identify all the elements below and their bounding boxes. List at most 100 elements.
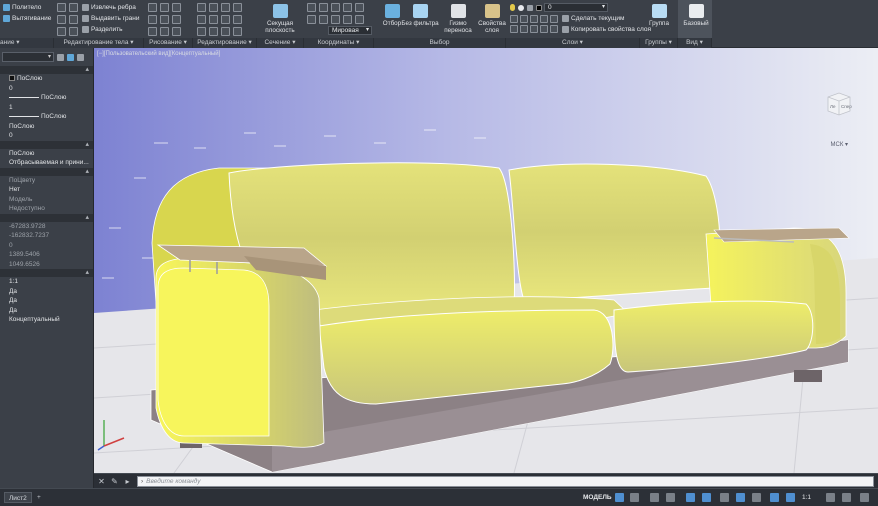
subtract-icon[interactable] <box>57 15 66 24</box>
base-view-button[interactable]: Базовый <box>678 2 714 37</box>
ucs-view-icon[interactable] <box>331 15 340 24</box>
prop-height[interactable]: 1389.5406 <box>0 250 93 260</box>
group-button[interactable]: Группа <box>641 2 677 37</box>
extract-edges-button[interactable]: Извлечь ребра <box>82 3 136 12</box>
prop-plot-style[interactable]: ПоЦвету <box>0 176 93 186</box>
panel-title-section[interactable]: Сечение ▾ <box>257 38 304 48</box>
trim-icon[interactable] <box>221 3 230 12</box>
slice-icon[interactable] <box>69 3 78 12</box>
stretch-icon[interactable] <box>197 27 206 36</box>
panel-title-solid-editing[interactable]: Редактирование тела ▾ <box>54 38 144 48</box>
section-plane-button[interactable]: Секущая плоскость <box>262 2 298 37</box>
ucs-icon[interactable] <box>307 3 316 12</box>
polar-icon[interactable] <box>666 493 675 502</box>
prop-ucs-per-viewport[interactable]: Да <box>0 306 93 316</box>
mirror-icon[interactable] <box>197 15 206 24</box>
erase-icon[interactable] <box>221 27 230 36</box>
explode-icon[interactable] <box>233 27 242 36</box>
model-space-button[interactable]: МОДЕЛЬ <box>583 492 612 503</box>
auto-scale-icon[interactable] <box>786 493 795 502</box>
fillet-icon[interactable] <box>209 15 218 24</box>
color-swatch-icon[interactable] <box>536 4 542 11</box>
prop-plot-type[interactable]: Недоступно <box>0 204 93 214</box>
ucs-dropdown[interactable]: Мировая <box>328 26 372 35</box>
prop-ucs-icon-on[interactable]: Да <box>0 287 93 297</box>
offset-icon[interactable] <box>209 27 218 36</box>
snap-icon[interactable] <box>630 493 639 502</box>
ucs-world-icon[interactable] <box>319 3 328 12</box>
prop-shadow[interactable]: Отбрасываемая и прини... <box>0 158 93 168</box>
layer-off-icon[interactable] <box>510 15 518 23</box>
viewcube[interactable]: Ле Спер <box>822 85 856 119</box>
selection-cycling-icon[interactable] <box>752 493 761 502</box>
polyline-icon[interactable] <box>160 3 169 12</box>
layer-isolate-icon[interactable] <box>520 15 528 23</box>
layer-freeze-icon[interactable] <box>530 15 538 23</box>
otrack-icon[interactable] <box>702 493 711 502</box>
interfere-icon[interactable] <box>69 15 78 24</box>
gizmo-button[interactable]: Гизмо переноса <box>440 2 476 37</box>
extrude-faces-button[interactable]: Выдавить грани <box>82 14 140 23</box>
polysolid-button[interactable]: Политело <box>3 3 41 12</box>
ellipse-icon[interactable] <box>148 27 157 36</box>
ucs-y-icon[interactable] <box>343 3 352 12</box>
hatch-icon[interactable] <box>160 27 169 36</box>
layer-thaw-icon[interactable] <box>530 25 538 33</box>
union-icon[interactable] <box>57 3 66 12</box>
lineweight-icon[interactable] <box>720 493 729 502</box>
prop-linetype[interactable]: ПоСлою <box>0 93 93 103</box>
panel-title-coordinates[interactable]: Координаты ▾ <box>304 38 374 48</box>
prop-thickness[interactable]: 0 <box>0 131 93 141</box>
prop-annotation-scale[interactable]: 1:1 <box>0 277 93 287</box>
grid-icon[interactable] <box>615 493 624 502</box>
panel-title-layers[interactable]: Слои ▾ <box>506 38 640 48</box>
object-type-select[interactable] <box>2 52 54 62</box>
viewport-controls-label[interactable]: [−][Пользовательский вид][Концептуальный… <box>97 51 220 57</box>
ortho-icon[interactable] <box>650 493 659 502</box>
prop-color[interactable]: ПоСлою <box>0 74 93 84</box>
wrench-icon[interactable]: ✎ <box>109 476 120 487</box>
prop-ucs-at-origin[interactable]: Да <box>0 296 93 306</box>
prop-plot-attached[interactable]: Модель <box>0 195 93 205</box>
layer-properties-button[interactable]: Свойства слоя <box>474 2 510 37</box>
match-layer-button[interactable]: Копировать свойства слоя <box>562 25 651 34</box>
layer-unisolate-icon[interactable] <box>520 25 528 33</box>
section-general[interactable] <box>0 65 93 74</box>
ucs-x-icon[interactable] <box>331 3 340 12</box>
section-misc[interactable] <box>0 268 93 277</box>
ucs-face-icon[interactable] <box>355 15 364 24</box>
add-layout-button[interactable]: + <box>33 492 45 503</box>
section-visuals[interactable] <box>0 140 93 149</box>
line-icon[interactable] <box>148 3 157 12</box>
make-current-button[interactable]: Сделать текущим <box>562 14 624 23</box>
panel-title-modify[interactable]: Редактирование ▾ <box>193 38 257 48</box>
bulb-icon[interactable] <box>510 4 515 11</box>
arc-icon[interactable] <box>160 15 169 24</box>
annotation-scale[interactable]: 1:1 <box>802 492 811 503</box>
ucs-origin-icon[interactable] <box>307 15 316 24</box>
layer-match-icon[interactable] <box>540 25 548 33</box>
lock-icon[interactable] <box>527 4 533 11</box>
move-icon[interactable] <box>197 3 206 12</box>
prop-width[interactable]: 1049.6526 <box>0 260 93 270</box>
ucs-3point-icon[interactable] <box>319 15 328 24</box>
prop-center-z[interactable]: 0 <box>0 241 93 251</box>
close-icon[interactable]: ✕ <box>96 476 107 487</box>
rectangle-icon[interactable] <box>172 3 181 12</box>
annotation-monitor-icon[interactable] <box>842 493 851 502</box>
imprint-icon[interactable] <box>69 27 78 36</box>
prop-material[interactable]: ПоСлою <box>0 149 93 159</box>
layer-prev-icon[interactable] <box>550 25 558 33</box>
ucs-object-icon[interactable] <box>343 15 352 24</box>
wcs-menu[interactable]: МСК ▾ <box>830 141 848 148</box>
prop-layer[interactable]: 0 <box>0 84 93 94</box>
layer-unlock-icon[interactable] <box>550 15 558 23</box>
toggle-pickadd-icon[interactable] <box>57 53 64 61</box>
command-input[interactable]: › Введите команду <box>137 475 874 487</box>
prop-lineweight[interactable]: ПоСлою <box>0 112 93 122</box>
prop-linetype-scale[interactable]: 1 <box>0 103 93 113</box>
prop-center-y[interactable]: -162832.7237 <box>0 231 93 241</box>
prop-plot-table[interactable]: Нет <box>0 185 93 195</box>
workspace-gear-icon[interactable] <box>826 493 835 502</box>
layer-on-icon[interactable] <box>510 25 518 33</box>
